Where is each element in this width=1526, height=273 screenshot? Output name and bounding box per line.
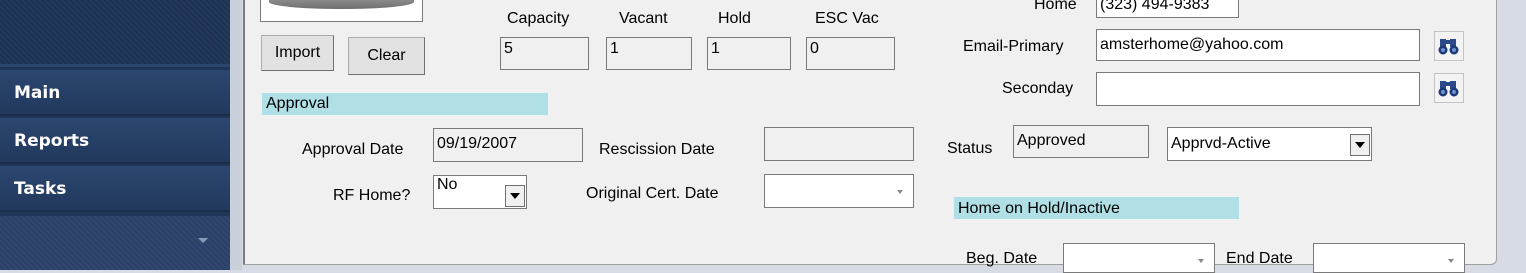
esc-vac-field[interactable]: 0 [806,37,895,70]
home-phone-field[interactable]: (323) 494-9383 [1096,0,1239,18]
rf-home-label: RF Home? [333,187,411,204]
approval-section-header: Approval [262,93,548,115]
search-email-secondary-button[interactable] [1434,73,1464,103]
binoculars-icon [1438,39,1459,55]
hold-label: Hold [718,10,751,27]
clear-button[interactable]: Clear [348,37,425,75]
rf-home-value: No [437,176,458,193]
email-primary-field[interactable]: amsterhome@yahoo.com [1096,29,1420,61]
dropdown-button[interactable] [1350,134,1370,156]
chevron-down-icon [510,193,520,199]
rescission-date-field[interactable] [764,127,914,161]
end-date-picker[interactable] [1313,243,1465,273]
vacant-label: Vacant [619,10,668,27]
chevron-down-icon[interactable] [1448,259,1454,263]
sidebar-footer [0,216,230,270]
sidebar-item-main[interactable]: Main [0,70,230,116]
original-cert-date-label: Original Cert. Date [586,185,719,202]
secondary-email-label: Seconday [1002,80,1074,97]
esc-vac-label: ESC Vac [815,10,879,27]
sidebar-item-tasks[interactable]: Tasks [0,166,230,212]
vacant-field[interactable]: 1 [606,37,692,70]
secondary-email-field[interactable] [1096,72,1420,106]
chevron-down-icon[interactable] [198,238,208,243]
chevron-down-icon[interactable] [897,190,903,194]
hold-field[interactable]: 1 [707,37,791,70]
form-panel: Import Clear Capacity Vacant Hold ESC Va… [243,0,1497,273]
home-phone-label: Home [1034,0,1077,13]
email-primary-label: Email-Primary [963,38,1064,55]
capacity-field[interactable]: 5 [500,37,589,70]
sidebar-header [0,0,230,64]
splitter[interactable] [230,0,242,270]
original-cert-date-picker[interactable] [764,174,914,208]
import-button[interactable]: Import [261,35,334,71]
capacity-label: Capacity [507,10,570,27]
sidebar: Main Reports Tasks [0,0,230,270]
sidebar-item-reports[interactable]: Reports [0,118,230,164]
rf-home-select[interactable]: No [433,175,527,209]
chevron-down-icon [1355,142,1365,148]
approval-date-field[interactable]: 09/19/2007 [433,128,583,162]
status-code-select[interactable]: Apprvd-Active [1167,127,1372,161]
dropdown-button[interactable] [505,185,525,207]
status-label: Status [947,140,993,157]
end-date-label: End Date [1226,250,1293,267]
binoculars-icon [1438,81,1459,97]
chevron-down-icon[interactable] [1198,259,1204,263]
hold-section-header: Home on Hold/Inactive [954,197,1239,219]
home-photo [260,0,423,22]
search-email-primary-button[interactable] [1434,31,1464,61]
status-code-value: Apprvd-Active [1171,135,1271,152]
beg-date-picker[interactable] [1063,243,1215,273]
sidebar-divider [0,64,230,67]
rescission-date-label: Rescission Date [599,141,715,158]
beg-date-label: Beg. Date [966,250,1038,267]
approval-date-label: Approval Date [302,141,404,158]
status-field[interactable]: Approved [1013,125,1149,158]
